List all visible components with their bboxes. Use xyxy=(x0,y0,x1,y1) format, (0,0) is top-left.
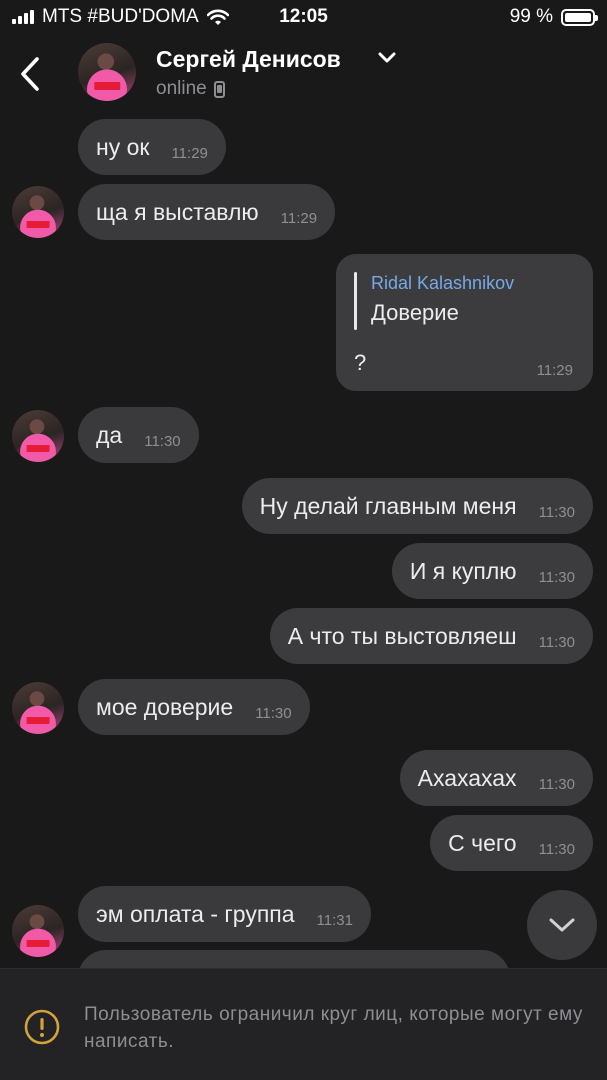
message-bubble-outgoing[interactable]: А что ты выстовляеш 11:30 xyxy=(269,608,593,664)
message-time: 11:30 xyxy=(144,432,181,450)
restriction-notice: Пользователь ограничил круг лиц, которые… xyxy=(0,968,607,1080)
message-bubble-outgoing[interactable]: Ахахахах 11:30 xyxy=(399,750,593,806)
message-time: 11:30 xyxy=(538,633,575,651)
message-bubble-incoming[interactable]: ща я выставлю 11:29 xyxy=(78,184,336,240)
message-text: мое доверие xyxy=(96,693,234,720)
message-text: А что ты выстовляеш xyxy=(287,622,517,649)
message-text: С чего xyxy=(448,829,517,856)
sender-avatar[interactable] xyxy=(12,186,64,238)
scroll-to-bottom-button[interactable] xyxy=(527,890,597,960)
message-bubble-outgoing-reply[interactable]: Ridal Kalashnikov Доверие ? 11:29 xyxy=(336,254,593,391)
status-right: 99 % xyxy=(509,6,598,28)
message-time: 11:31 xyxy=(316,911,353,929)
message-bubble-incoming[interactable]: эм оплата - группа 11:31 xyxy=(78,886,371,942)
back-arrow-icon xyxy=(21,57,39,91)
battery-icon xyxy=(561,8,598,26)
message-time: 11:30 xyxy=(538,503,575,521)
contact-name[interactable]: Сергей Денисов xyxy=(156,46,341,73)
wifi-icon xyxy=(206,9,229,25)
sender-avatar[interactable] xyxy=(12,905,64,957)
quote-bar xyxy=(354,272,357,330)
message-text: ну ок xyxy=(96,133,150,160)
signal-icon xyxy=(12,10,34,24)
message-text: ща я выставлю xyxy=(96,198,259,225)
quoted-text[interactable]: Доверие xyxy=(371,300,459,326)
warning-icon xyxy=(24,1009,60,1045)
battery-fill xyxy=(565,12,591,22)
message-bubble-outgoing[interactable]: Ну делай главным меня 11:30 xyxy=(241,478,593,534)
back-button[interactable] xyxy=(14,54,46,94)
message-time: 11:29 xyxy=(171,144,208,162)
message-text: Ну делай главным меня xyxy=(259,492,517,519)
mobile-phone-icon xyxy=(213,80,225,98)
message-bubble-incoming[interactable]: да 11:30 xyxy=(78,407,199,463)
status-left: MTS #BUD'DOMA xyxy=(12,6,229,28)
message-text: да xyxy=(96,421,123,448)
message-bubble-outgoing[interactable]: И я куплю 11:30 xyxy=(391,543,593,599)
message-time: 11:29 xyxy=(280,209,318,227)
message-time: 11:30 xyxy=(538,568,575,586)
battery-percent: 99 % xyxy=(509,6,553,27)
quoted-author[interactable]: Ridal Kalashnikov xyxy=(371,273,514,294)
message-text: эм оплата - группа xyxy=(96,900,295,927)
message-time: 11:30 xyxy=(538,775,575,793)
message-text: Ахахахах xyxy=(417,764,517,791)
sender-avatar[interactable] xyxy=(12,410,64,462)
status-bar: MTS #BUD'DOMA 12:05 99 % xyxy=(0,0,607,34)
contact-avatar[interactable] xyxy=(78,43,136,101)
message-bubble-outgoing[interactable]: С чего 11:30 xyxy=(430,815,593,871)
presence-label: online xyxy=(156,78,207,99)
message-time: 11:30 xyxy=(538,840,575,858)
message-time: 11:30 xyxy=(255,704,292,722)
message-bubble-incoming[interactable]: мое доверие 11:30 xyxy=(78,679,310,735)
restriction-notice-text: Пользователь ограничил круг лиц, которые… xyxy=(84,1004,583,1052)
presence-status: online xyxy=(156,78,225,100)
message-time: 11:29 xyxy=(536,362,573,379)
chevron-down-icon xyxy=(549,918,575,932)
chevron-down-icon[interactable] xyxy=(378,52,396,64)
chat-header: Сергей Денисов online xyxy=(0,34,607,112)
message-text: И я куплю xyxy=(409,557,517,584)
message-text: ? xyxy=(354,350,367,375)
carrier-name: MTS #BUD'DOMA xyxy=(42,6,199,27)
message-bubble-incoming[interactable]: ну ок 11:29 xyxy=(78,119,226,175)
sender-avatar[interactable] xyxy=(12,682,64,734)
